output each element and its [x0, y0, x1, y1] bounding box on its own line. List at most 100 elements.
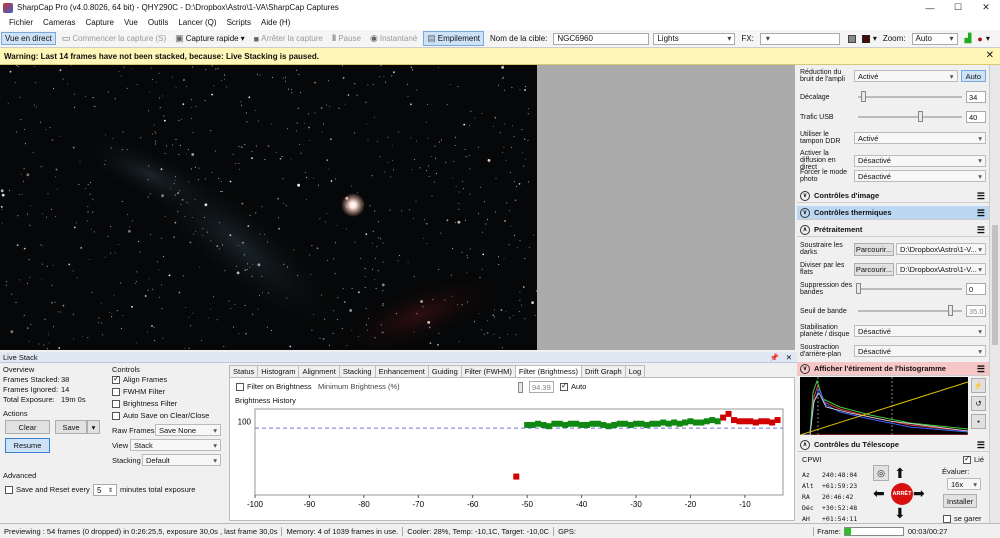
tab-status[interactable]: Status: [229, 365, 259, 377]
section-thermal-controls[interactable]: ∨ Contrôles thermiques ☰: [797, 206, 989, 220]
save-dropdown-button[interactable]: ▾: [87, 420, 100, 434]
arrow-right-icon[interactable]: ➡: [913, 485, 925, 502]
menu-outils[interactable]: Outils: [143, 18, 173, 27]
menu-vue[interactable]: Vue: [119, 18, 143, 27]
menu-capture[interactable]: Capture: [80, 18, 118, 27]
stabilization-select[interactable]: Désactivé: [854, 325, 986, 337]
histogram-icon[interactable]: ▟: [965, 33, 972, 44]
target-name-input[interactable]: NGC6960: [553, 32, 650, 45]
tab-filter-brightness[interactable]: Filter (Brightness): [514, 365, 583, 377]
stop-capture-button[interactable]: ■ Arrêter la capture: [251, 33, 326, 45]
linked-checkbox[interactable]: Lié: [963, 454, 984, 465]
save-icon[interactable]: ▪: [971, 414, 986, 429]
save-button[interactable]: Save: [55, 420, 87, 434]
auto-checkbox[interactable]: Auto: [560, 381, 586, 392]
tab-stacking[interactable]: Stacking: [338, 365, 376, 377]
clear-button[interactable]: Clear: [5, 420, 50, 434]
section-telescope-controls[interactable]: ∧ Contrôles du Télescope ☰: [797, 438, 989, 452]
auto-button[interactable]: Auto: [960, 70, 986, 82]
menu-aide[interactable]: Aide (H): [256, 18, 295, 27]
arrow-left-icon[interactable]: ⬅: [873, 485, 885, 502]
chevron-down-icon[interactable]: ▾: [986, 34, 990, 43]
tab-log[interactable]: Log: [624, 365, 646, 377]
banding-slider[interactable]: [856, 283, 962, 294]
offset-slider[interactable]: [858, 91, 962, 102]
fx-select[interactable]: [759, 32, 840, 45]
browse-darks-button[interactable]: Parcourir...: [854, 242, 894, 256]
min-brightness-input[interactable]: 94.39: [529, 381, 554, 393]
frame-type-select[interactable]: Lights: [653, 32, 736, 45]
pause-button[interactable]: Ⅱ Pause: [329, 32, 364, 45]
browse-flats-button[interactable]: Parcourir...: [854, 262, 894, 276]
brightness-filter-checkbox[interactable]: Brightness Filter: [112, 399, 177, 409]
close-icon[interactable]: ✕: [986, 50, 994, 61]
menu-icon[interactable]: ☰: [977, 440, 985, 451]
reticle-icon[interactable]: ●: [977, 34, 982, 44]
raw-frames-select[interactable]: Save None: [155, 424, 221, 436]
stacking-select[interactable]: Default: [142, 454, 221, 466]
offset-input[interactable]: 34: [966, 91, 986, 103]
menu-icon[interactable]: ☰: [977, 191, 985, 202]
live-view-button[interactable]: Vue en direct: [1, 32, 56, 45]
minimize-button[interactable]: —: [916, 3, 944, 13]
install-button[interactable]: Installer: [943, 494, 977, 508]
usb-traffic-slider[interactable]: [858, 111, 962, 122]
tab-enhancement[interactable]: Enhancement: [374, 365, 429, 377]
snapshot-button[interactable]: ◉ Instantané: [367, 32, 420, 45]
banding-input[interactable]: 0: [966, 283, 986, 295]
close-icon[interactable]: ✕: [786, 353, 792, 362]
chevron-down-icon[interactable]: ▾: [873, 34, 877, 43]
menu-icon[interactable]: ☰: [977, 225, 985, 236]
darks-select[interactable]: D:\Dropbox\Astro\1-V...: [896, 243, 986, 255]
color-swatch-red[interactable]: [861, 34, 870, 43]
zoom-select[interactable]: Auto: [911, 32, 958, 45]
align-frames-checkbox[interactable]: Align Frames: [112, 374, 167, 385]
spiral-icon[interactable]: ◎: [873, 465, 889, 481]
fwhm-filter-checkbox[interactable]: FWHM Filter: [112, 387, 165, 397]
park-checkbox[interactable]: se garer: [943, 514, 982, 524]
tab-filter-fwhm[interactable]: Filter (FWHM): [460, 365, 516, 377]
section-preprocessing[interactable]: ∧ Prétraitement ☰: [797, 223, 989, 237]
menu-scripts[interactable]: Scripts: [222, 18, 256, 27]
usb-traffic-input[interactable]: 40: [966, 111, 986, 123]
gain-reduction-select[interactable]: Activé: [854, 70, 958, 82]
filter-on-brightness-checkbox[interactable]: Filter on Brightness: [236, 382, 312, 392]
stepper-icon[interactable]: ⇕: [108, 487, 113, 494]
maximize-button[interactable]: ☐: [944, 2, 972, 13]
rate-select[interactable]: 16x: [947, 478, 981, 490]
quick-capture-button[interactable]: ▣ Capture rapide ▾: [172, 32, 247, 45]
start-capture-button[interactable]: ▭ Commencer la capture (S): [59, 32, 169, 45]
scrollbar-thumb[interactable]: [992, 225, 998, 345]
minutes-stepper[interactable]: 5 ⇕: [93, 484, 117, 496]
arrow-up-icon[interactable]: ⬆: [894, 465, 906, 482]
arrow-down-icon[interactable]: ⬇: [894, 505, 906, 522]
menu-icon[interactable]: ☰: [977, 208, 985, 219]
stack-button[interactable]: ▤ Empilement: [423, 31, 484, 46]
save-reset-checkbox[interactable]: Save and Reset every: [5, 485, 90, 495]
right-panel-scrollbar[interactable]: [989, 65, 1000, 523]
tab-alignment[interactable]: Alignment: [298, 365, 340, 377]
close-button[interactable]: ✕: [972, 2, 1000, 13]
stop-button[interactable]: ARRÊT: [891, 483, 913, 505]
flats-select[interactable]: D:\Dropbox\Astro\1-V...: [896, 263, 986, 275]
stretch-icon[interactable]: ⚡: [971, 378, 986, 393]
live-diffusion-select[interactable]: Désactivé: [854, 154, 986, 167]
tab-drift-graph[interactable]: Drift Graph: [581, 365, 626, 377]
band-threshold-input[interactable]: 35.0: [966, 305, 986, 317]
live-image[interactable]: [0, 65, 537, 350]
ddr-buffer-select[interactable]: Activé: [854, 132, 986, 144]
auto-save-checkbox[interactable]: Auto Save on Clear/Close: [112, 411, 209, 421]
band-threshold-slider[interactable]: [858, 305, 962, 316]
color-swatch-grey[interactable]: [847, 34, 856, 43]
tab-histogram[interactable]: Histogram: [257, 365, 300, 377]
menu-fichier[interactable]: Fichier: [4, 18, 38, 27]
histogram-display[interactable]: [800, 377, 968, 435]
reset-icon[interactable]: ↺: [971, 396, 986, 411]
resume-button[interactable]: Resume: [5, 438, 50, 453]
view-select[interactable]: Stack: [130, 439, 221, 451]
background-subtraction-select[interactable]: Désactivé: [854, 345, 986, 357]
section-image-controls[interactable]: ∨ Contrôles d'image ☰: [797, 189, 989, 203]
tab-guiding[interactable]: Guiding: [427, 365, 462, 377]
menu-icon[interactable]: ☰: [977, 364, 985, 375]
section-histogram-stretch[interactable]: ∨ Afficher l'étirement de l'histogramme ☰: [797, 362, 989, 376]
